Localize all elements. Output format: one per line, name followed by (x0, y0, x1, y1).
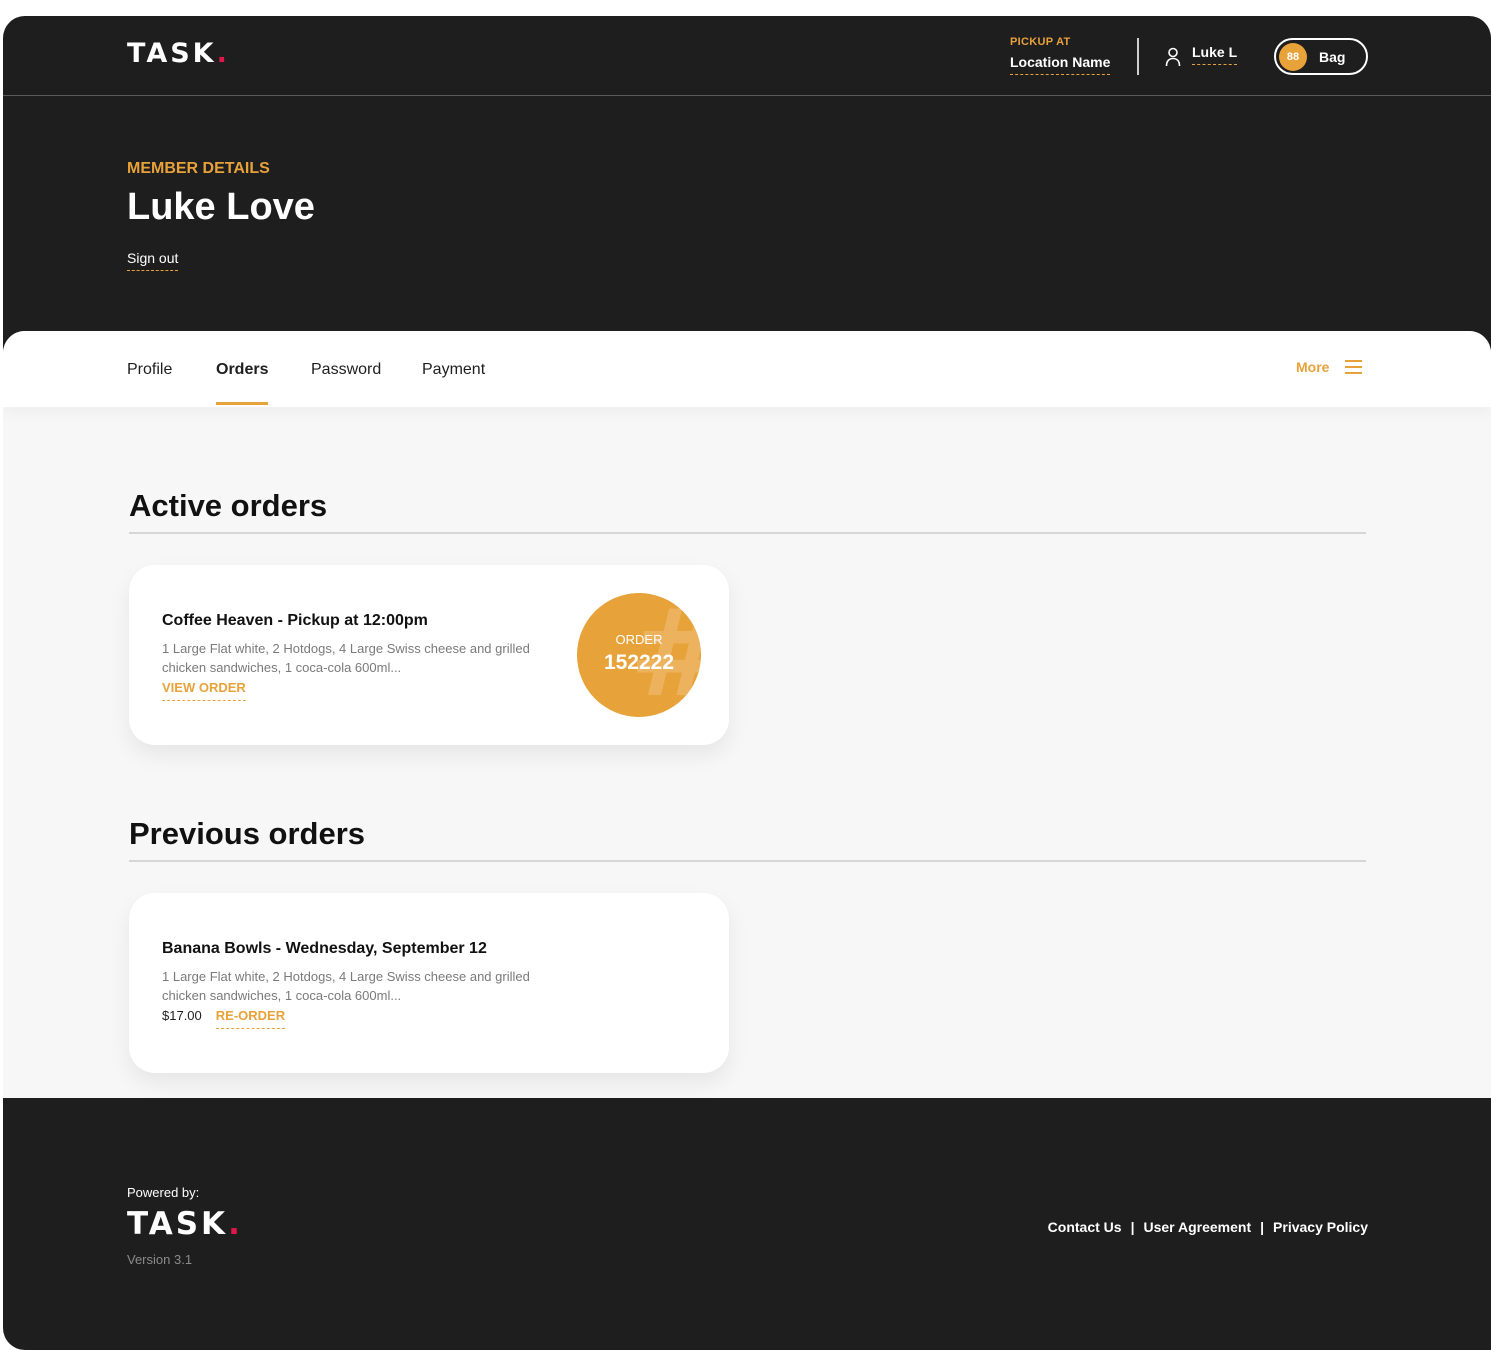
contact-us-link[interactable]: Contact Us (1048, 1219, 1122, 1235)
order-badge-label: ORDER (615, 632, 663, 647)
app-frame: TASK. PICKUP AT Location Name Luke L 88 … (3, 16, 1491, 1350)
privacy-policy-link[interactable]: Privacy Policy (1273, 1219, 1368, 1235)
more-menu-button[interactable]: More (1296, 359, 1363, 375)
task-logo[interactable]: TASK. (127, 38, 230, 69)
logo-dot: . (216, 38, 230, 69)
member-details-label: MEMBER DETAILS (127, 160, 270, 177)
order-price: $17.00 (162, 1008, 202, 1023)
previous-orders-divider (129, 860, 1366, 862)
powered-by-label: Powered by: (127, 1185, 200, 1200)
footer-links: Contact Us | User Agreement | Privacy Po… (1048, 1219, 1368, 1235)
order-title: Banana Bowls - Wednesday, September 12 (162, 940, 487, 957)
order-number: 152222 (603, 651, 675, 674)
user-agreement-link[interactable]: User Agreement (1143, 1219, 1251, 1235)
tab-payment[interactable]: Payment (422, 361, 485, 405)
active-order-card: Coffee Heaven - Pickup at 12:00pm 1 Larg… (129, 565, 729, 745)
link-separator: | (1130, 1219, 1135, 1235)
header-divider (1137, 38, 1139, 75)
tab-password[interactable]: Password (311, 361, 381, 405)
tab-orders[interactable]: Orders (216, 361, 269, 405)
top-navigation-bar: TASK. PICKUP AT Location Name Luke L 88 … (3, 16, 1491, 96)
previous-order-card: Banana Bowls - Wednesday, September 12 1… (129, 893, 729, 1073)
previous-orders-heading: Previous orders (129, 816, 366, 851)
logo-text: TASK (127, 38, 217, 69)
user-name: Luke L (1192, 44, 1238, 65)
pickup-location-link[interactable]: Location Name (1010, 54, 1111, 75)
sign-out-link[interactable]: Sign out (127, 250, 179, 271)
footer-logo-dot: . (228, 1206, 243, 1242)
more-label: More (1296, 359, 1330, 375)
bag-count-badge: 88 (1279, 42, 1307, 71)
order-title: Coffee Heaven - Pickup at 12:00pm (162, 612, 428, 629)
hamburger-menu-icon (1345, 360, 1363, 374)
user-icon (1165, 47, 1181, 67)
footer-task-logo: TASK. (127, 1206, 243, 1242)
order-number-badge: # ORDER 152222 (577, 593, 701, 717)
tab-profile[interactable]: Profile (127, 361, 172, 405)
member-name-heading: Luke Love (127, 186, 315, 228)
pickup-location-selector[interactable]: PICKUP AT Location Name (1010, 36, 1111, 75)
bag-label: Bag (1319, 48, 1346, 65)
user-account-link[interactable]: Luke L (1165, 44, 1238, 67)
version-label: Version 3.1 (127, 1252, 193, 1267)
order-actions: VIEW ORDER (162, 680, 246, 701)
re-order-link[interactable]: RE-ORDER (215, 1008, 286, 1029)
view-order-link[interactable]: VIEW ORDER (162, 680, 246, 701)
footer-logo-text: TASK (127, 1206, 229, 1242)
order-actions: $17.00 RE-ORDER (162, 1008, 286, 1029)
account-tabs: Profile Orders Password Payment More (3, 331, 1491, 407)
main-content: Profile Orders Password Payment More Act… (3, 331, 1491, 1098)
pickup-label: PICKUP AT (1010, 36, 1071, 48)
active-orders-heading: Active orders (129, 488, 328, 523)
order-description: 1 Large Flat white, 2 Hotdogs, 4 Large S… (162, 641, 530, 675)
active-orders-divider (129, 532, 1366, 534)
order-description: 1 Large Flat white, 2 Hotdogs, 4 Large S… (162, 969, 530, 1003)
link-separator: | (1260, 1219, 1265, 1235)
bag-button[interactable]: 88 Bag (1274, 38, 1368, 75)
